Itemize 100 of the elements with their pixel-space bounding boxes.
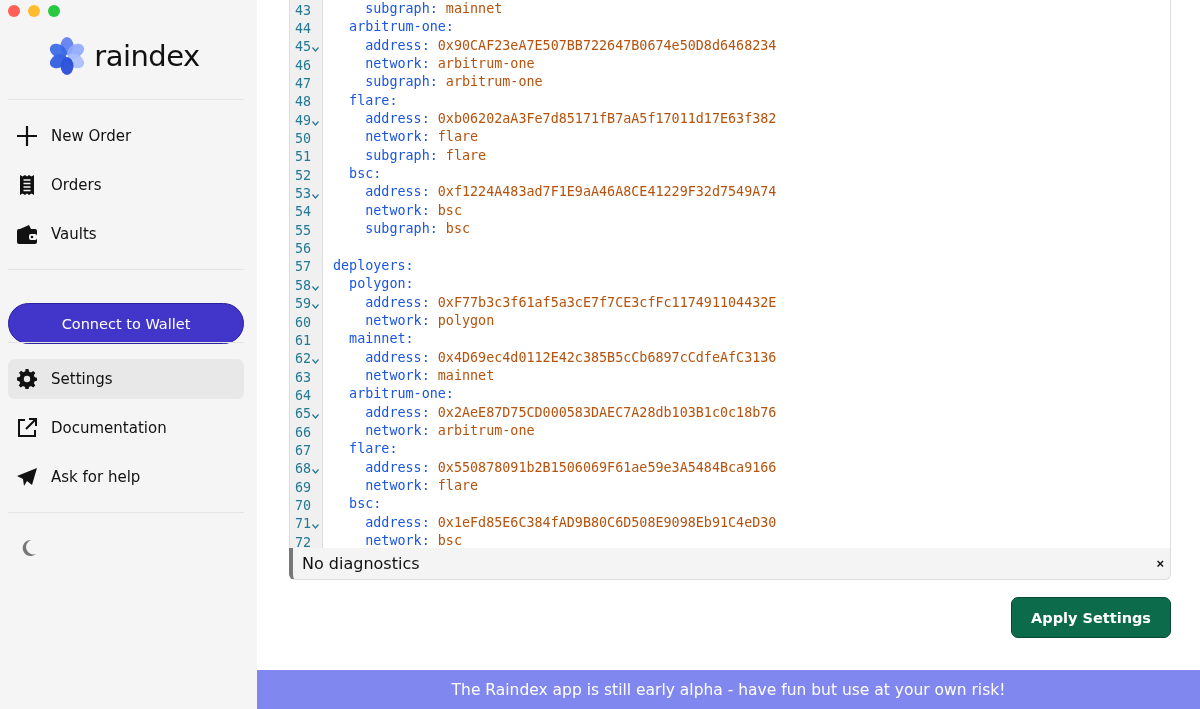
line-number: 72 <box>295 534 312 548</box>
plus-icon <box>16 125 38 147</box>
line-number: 71 <box>295 516 312 532</box>
line-number: 55 <box>295 222 312 238</box>
connect-wallet-button[interactable]: Connect to Wallet <box>8 303 244 344</box>
diagnostics-text: No diagnostics <box>302 554 420 573</box>
line-number: 50 <box>295 131 312 147</box>
line-number: 47 <box>295 76 312 92</box>
yaml-value: bsc <box>444 221 471 239</box>
yaml-key: arbitrum-one: <box>333 386 454 405</box>
yaml-key: address: <box>333 404 430 423</box>
line-number: 52 <box>295 167 312 183</box>
fold-chevron-icon[interactable] <box>312 120 320 126</box>
yaml-key: bsc: <box>333 166 382 185</box>
yaml-key: address: <box>333 294 430 313</box>
yaml-key: flare: <box>333 441 398 460</box>
line-number: 56 <box>295 241 312 257</box>
line-number: 59 <box>295 296 312 312</box>
yaml-key: address: <box>333 37 430 57</box>
fold-chevron-icon[interactable] <box>312 524 320 530</box>
yaml-value: 0xb06202aA3Fe7d85171fB7aA5f17011d17E63f382 <box>436 111 777 129</box>
line-number: 54 <box>295 204 312 220</box>
yaml-key: polygon: <box>333 276 414 295</box>
line-number: 64 <box>295 387 312 403</box>
line-number: 46 <box>295 57 312 73</box>
line-number: 53 <box>295 186 312 202</box>
line-number: 57 <box>295 259 312 275</box>
yaml-key: arbitrum-one: <box>333 19 454 38</box>
yaml-key: bsc: <box>333 496 382 515</box>
receipt-icon <box>19 174 35 196</box>
line-number: 70 <box>295 497 312 513</box>
yaml-value: bsc <box>436 202 462 220</box>
yaml-key: network: <box>333 129 430 148</box>
yaml-value: arbitrum-one <box>444 74 543 92</box>
line-number: 65 <box>295 406 312 422</box>
yaml-value: flare <box>444 147 487 165</box>
fold-chevron-icon[interactable] <box>312 359 320 365</box>
fold-chevron-icon[interactable] <box>312 414 320 420</box>
yaml-value: bsc <box>436 532 462 548</box>
line-number: 43 <box>295 2 312 18</box>
yaml-value: 0xF77b3c3f61af5a3cE7f7CE3cfFc117491104432E <box>436 294 777 312</box>
logo-text: raindex <box>94 39 200 73</box>
yaml-key: address: <box>333 111 430 130</box>
yaml-key: subgraph: <box>333 221 438 240</box>
line-number: 61 <box>295 332 312 348</box>
yaml-key: network: <box>333 422 430 442</box>
yaml-key: address: <box>333 184 430 203</box>
line-number: 60 <box>295 314 312 330</box>
yaml-key: deployers: <box>333 257 414 277</box>
sidebar-item[interactable]: Ask for help <box>8 457 244 497</box>
yaml-key: network: <box>333 312 430 332</box>
yaml-key: subgraph: <box>333 74 438 93</box>
moon-icon[interactable] <box>20 539 36 557</box>
sidebar-item[interactable]: Vaults <box>8 214 244 254</box>
yaml-key: network: <box>333 367 430 387</box>
fold-chevron-icon[interactable] <box>312 194 320 200</box>
yaml-value: 0x2AeE87D75CD000583DAEC7A28db103B1c0c18b76 <box>436 404 777 422</box>
yaml-key: address: <box>333 349 430 368</box>
yaml-value: polygon <box>436 312 495 330</box>
line-number: 58 <box>295 277 312 293</box>
sidebar-item[interactable]: Orders <box>8 165 244 205</box>
yaml-value: 0x1eFd85E6C384fAD9B80C6D508E9098Eb91C4eD30 <box>436 514 777 532</box>
yaml-value: arbitrum-one <box>436 422 535 440</box>
fold-chevron-icon[interactable] <box>312 285 320 291</box>
yaml-value: mainnet <box>444 1 503 18</box>
fold-chevron-icon[interactable] <box>312 469 320 475</box>
line-number: 62 <box>295 351 312 367</box>
close-button[interactable]: × <box>1156 556 1164 571</box>
yaml-value: mainnet <box>436 367 495 385</box>
yaml-value: arbitrum-one <box>436 56 535 74</box>
apply-settings-button[interactable]: Apply Settings <box>1011 597 1171 638</box>
settings-icon <box>17 369 37 389</box>
sidebar-item[interactable]: New Order <box>8 116 244 156</box>
yaml-value: flare <box>436 129 479 147</box>
line-number: 48 <box>295 94 312 110</box>
external-link-icon <box>16 417 38 439</box>
banner-text: The Raindex app is still early alpha - have fun but use at your own risk! <box>451 680 1006 699</box>
line-number: 51 <box>295 149 312 165</box>
yaml-key: subgraph: <box>333 1 438 20</box>
yaml-key: subgraph: <box>333 147 438 167</box>
yaml-value: 0x90CAF23eA7E507BB722647B0674e50D8d6468234 <box>436 37 777 55</box>
line-number: 44 <box>295 21 312 36</box>
line-number: 45 <box>295 39 312 55</box>
sidebar-item[interactable]: Documentation <box>8 408 244 448</box>
yaml-key: network: <box>333 477 430 497</box>
yaml-value: flare <box>436 477 479 495</box>
sidebar-item[interactable]: Settings <box>8 359 244 399</box>
flower-logo-icon <box>48 37 87 75</box>
wallet-icon <box>16 224 38 244</box>
yaml-key: mainnet: <box>333 331 414 350</box>
line-number: 49 <box>295 112 312 128</box>
line-number: 63 <box>295 369 312 385</box>
line-number: 67 <box>295 442 312 458</box>
yaml-value: 0x4D69ec4d0112E42c385B5cCb6897cCdfeAfC3136 <box>436 349 777 367</box>
yaml-key: network: <box>333 56 430 75</box>
fold-chevron-icon[interactable] <box>312 304 320 310</box>
line-number: 66 <box>295 424 312 440</box>
fold-chevron-icon[interactable] <box>312 47 320 53</box>
yaml-value: 0x550878091b2B1506069F61ae59e3A5484Bca9166 <box>436 459 777 477</box>
window-close-button[interactable] <box>8 5 20 17</box>
